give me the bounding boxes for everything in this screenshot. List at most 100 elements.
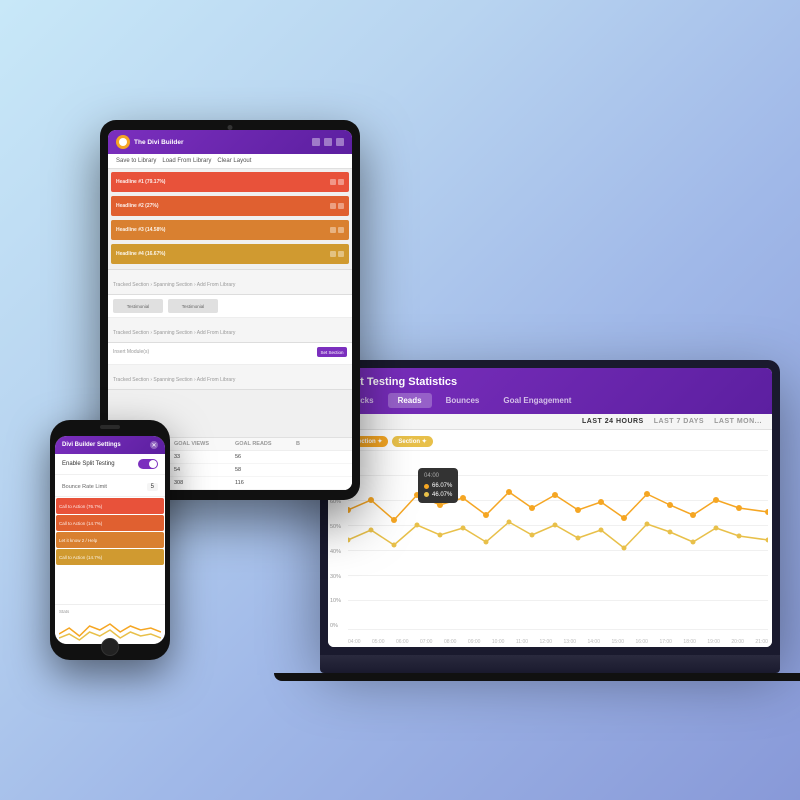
laptop-foot [274, 673, 800, 681]
laptop-chart-area: Section ✦ Section ✦ 80% 70% 60% 50% 40% … [328, 430, 772, 647]
phone-builder-row-4: Call to Action (14.7%) [56, 549, 164, 565]
bounce-rate-row: Bounce Rate Limit 5 [62, 483, 158, 491]
phone: Divi Builder Settings ✕ Enable Split Tes… [50, 420, 170, 660]
bounce-rate-label: Bounce Rate Limit [62, 484, 107, 490]
phone-screen: Divi Builder Settings ✕ Enable Split Tes… [55, 436, 165, 644]
builder-section-1: Headline #1 (79.17%) [111, 172, 349, 192]
section-b-label[interactable]: Section ✦ [392, 436, 432, 447]
menu-save[interactable]: Save to Library [116, 158, 156, 164]
phone-content: Divi Builder Settings ✕ Enable Split Tes… [55, 436, 165, 644]
settings-icon-1[interactable] [338, 179, 344, 185]
x-axis: 04:00 05:00 06:00 07:00 08:00 09:00 10:0… [348, 639, 768, 645]
phone-close-button[interactable]: ✕ [150, 441, 158, 449]
phone-settings-section: Enable Split Testing [55, 454, 165, 475]
y-label-10: 10% [330, 598, 341, 604]
phone-section-3: Let it know 2 / Help [56, 532, 164, 548]
section-icons-4 [330, 251, 344, 257]
time-filter-7d[interactable]: LAST 7 DAYS [654, 418, 704, 425]
phone-camera [100, 425, 120, 429]
laptop-content: Split Testing Statistics Clicks Reads Bo… [328, 368, 772, 647]
phone-outer: Divi Builder Settings ✕ Enable Split Tes… [50, 420, 170, 660]
brand-name: The Divi Builder [134, 139, 183, 146]
y-label-0: 0% [330, 623, 341, 629]
laptop-screen-outer: Split Testing Statistics Clicks Reads Bo… [320, 360, 780, 655]
edit-icon-1[interactable] [330, 179, 336, 185]
laptop-tabs: Clicks Reads Bounces Goal Engagement [340, 393, 760, 408]
phone-bounce-section: Bounce Rate Limit 5 [55, 475, 165, 497]
tab-bounces[interactable]: Bounces [436, 393, 490, 408]
section-icons-2 [330, 203, 344, 209]
tablet-icon-1[interactable] [312, 138, 320, 146]
tooltip-value-2: 46.07% [432, 491, 452, 499]
split-testing-toggle[interactable] [138, 459, 158, 469]
phone-mini-chart-title: Stats [59, 609, 161, 614]
tooltip-dot-2 [424, 492, 429, 497]
toggle-knob [149, 460, 157, 468]
y-label-50: 50% [330, 524, 341, 530]
phone-section-1: Call to Action (76.7%) [56, 498, 164, 514]
chart-labels: Section ✦ Section ✦ [348, 436, 764, 447]
settings-icon-4[interactable] [338, 251, 344, 257]
settings-icon-2[interactable] [338, 203, 344, 209]
builder-section-2: Headline #2 (27%) [111, 196, 349, 216]
time-filter-24h[interactable]: LAST 24 HOURS [582, 418, 644, 425]
chart-svg [348, 450, 768, 610]
tooltip-row-1: 66.07% [424, 482, 452, 490]
settings-icon-3[interactable] [338, 227, 344, 233]
col-goal-views: GOAL VIEWS [174, 441, 225, 447]
col-b: B [296, 441, 347, 447]
phone-builder-row-1: Call to Action (76.7%) [56, 498, 164, 514]
phone-builder-row-2: Call to Action (14.7%) [56, 515, 164, 531]
laptop-base [320, 655, 780, 673]
menu-clear[interactable]: Clear Layout [217, 158, 251, 164]
y-label-40: 40% [330, 549, 341, 555]
tablet-icons [312, 138, 344, 146]
tooltip-dot-1 [424, 484, 429, 489]
tablet-icon-2[interactable] [324, 138, 332, 146]
builder-row-4: Headline #4 (16.67%) [110, 243, 350, 265]
tooltip-row-2: 46.07% [424, 491, 452, 499]
section-icons-1 [330, 179, 344, 185]
tablet-camera [228, 125, 233, 130]
phone-header: Divi Builder Settings ✕ [55, 436, 165, 454]
tablet-icon-3[interactable] [336, 138, 344, 146]
tablet-builder: Headline #1 (79.17%) Headline #2 (27%) [108, 169, 352, 437]
phone-home-button[interactable] [101, 638, 119, 656]
menu-load[interactable]: Load From Library [162, 158, 211, 164]
y-label-60: 60% [330, 499, 341, 505]
y-label-30: 30% [330, 574, 341, 580]
edit-icon-4[interactable] [330, 251, 336, 257]
builder-row-3: Headline #3 (14.58%) [110, 219, 350, 241]
split-testing-toggle-row: Enable Split Testing [62, 459, 158, 469]
bounce-rate-value[interactable]: 5 [147, 483, 158, 491]
phone-builder-row-3: Let it know 2 / Help [56, 532, 164, 548]
chart-tooltip: 04:00 66.07% 46.07% [418, 468, 458, 503]
time-filter-month[interactable]: LAST MON... [714, 418, 762, 425]
tab-reads[interactable]: Reads [388, 393, 432, 408]
tooltip-time: 04:00 [424, 472, 452, 480]
builder-row-1: Headline #1 (79.17%) [110, 171, 350, 193]
scene: Split Testing Statistics Clicks Reads Bo… [20, 60, 780, 740]
tooltip-value-1: 66.07% [432, 482, 452, 490]
phone-section-2: Call to Action (14.7%) [56, 515, 164, 531]
phone-builder: Call to Action (76.7%) Call to Action (1… [55, 497, 165, 604]
brand-icon [116, 135, 130, 149]
builder-section-3: Headline #3 (14.58%) [111, 220, 349, 240]
builder-row-2: Headline #2 (27%) [110, 195, 350, 217]
tablet-menu-bar: Save to Library Load From Library Clear … [108, 154, 352, 169]
laptop-title: Split Testing Statistics [340, 376, 760, 388]
split-testing-label: Enable Split Testing [62, 461, 115, 467]
tab-goal-engagement[interactable]: Goal Engagement [493, 393, 581, 408]
edit-icon-2[interactable] [330, 203, 336, 209]
laptop: Split Testing Statistics Clicks Reads Bo… [320, 360, 780, 680]
phone-section-4: Call to Action (14.7%) [56, 549, 164, 565]
time-filters: LAST 24 HOURS LAST 7 DAYS LAST MON... [328, 414, 772, 430]
tablet-top-bar: The Divi Builder [108, 130, 352, 154]
tablet-brand: The Divi Builder [116, 135, 183, 149]
edit-icon-3[interactable] [330, 227, 336, 233]
section-icons-3 [330, 227, 344, 233]
col-goal-reads: GOAL READS [235, 441, 286, 447]
laptop-screen: Split Testing Statistics Clicks Reads Bo… [328, 368, 772, 647]
brand-icon-inner [119, 138, 127, 146]
laptop-header: Split Testing Statistics Clicks Reads Bo… [328, 368, 772, 414]
